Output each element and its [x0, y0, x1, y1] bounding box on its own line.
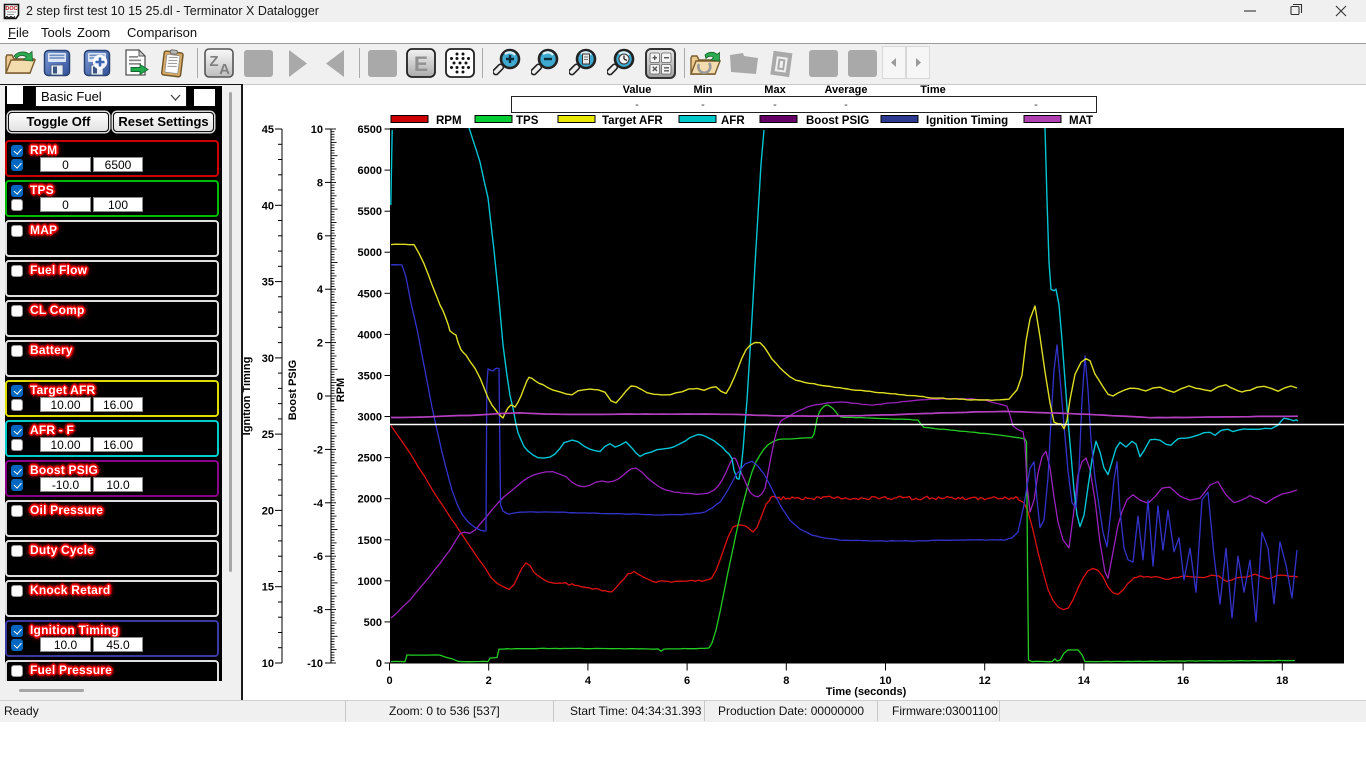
svg-text:2: 2 [317, 338, 323, 350]
svg-text:2000: 2000 [358, 494, 382, 506]
svg-text:Max: Max [764, 85, 786, 96]
svg-text:-2: -2 [313, 444, 323, 456]
svg-text:3000: 3000 [358, 412, 382, 424]
svg-text:35: 35 [262, 277, 274, 289]
svg-text:-: - [773, 99, 777, 111]
svg-text:-: - [635, 99, 639, 111]
svg-text:Min: Min [694, 85, 713, 96]
svg-text:Value: Value [623, 85, 652, 96]
svg-text:Ignition Timing: Ignition Timing [926, 115, 1008, 127]
svg-text:0: 0 [386, 675, 392, 687]
svg-text:8: 8 [317, 177, 323, 189]
svg-text:15: 15 [262, 582, 274, 594]
svg-text:Time (seconds): Time (seconds) [826, 686, 907, 698]
svg-text:6: 6 [684, 675, 690, 687]
svg-text:Boost PSIG: Boost PSIG [287, 360, 299, 421]
svg-text:4: 4 [585, 675, 592, 687]
svg-text:16: 16 [1177, 675, 1189, 687]
svg-text:10: 10 [262, 658, 274, 670]
svg-text:2: 2 [486, 675, 492, 687]
svg-text:5000: 5000 [358, 247, 382, 259]
svg-text:500: 500 [364, 617, 382, 629]
svg-text:Target AFR: Target AFR [602, 115, 663, 127]
svg-text:AFR: AFR [721, 115, 745, 127]
svg-text:E: E [414, 53, 428, 76]
svg-text:5500: 5500 [358, 206, 382, 218]
svg-text:3500: 3500 [358, 371, 382, 383]
svg-text:1500: 1500 [358, 535, 382, 547]
svg-text:30: 30 [262, 353, 274, 365]
svg-text:4500: 4500 [358, 288, 382, 300]
svg-text:6000: 6000 [358, 165, 382, 177]
svg-text:A: A [219, 61, 230, 78]
svg-text:8: 8 [783, 675, 789, 687]
svg-text:4000: 4000 [358, 329, 382, 341]
svg-text:6: 6 [317, 231, 323, 243]
svg-text:12: 12 [979, 675, 991, 687]
svg-text:10: 10 [311, 124, 323, 136]
svg-text:2500: 2500 [358, 453, 382, 465]
svg-text:-: - [701, 99, 705, 111]
svg-text:-4: -4 [313, 498, 324, 510]
svg-text:1000: 1000 [358, 576, 382, 588]
svg-text:-: - [844, 99, 848, 111]
svg-text:-6: -6 [313, 551, 323, 563]
svg-text:18: 18 [1276, 675, 1288, 687]
svg-text:0: 0 [376, 658, 382, 670]
svg-text:-10: -10 [307, 658, 323, 670]
svg-text:14: 14 [1078, 675, 1091, 687]
svg-text:MAT: MAT [1069, 115, 1093, 127]
svg-text:25: 25 [262, 429, 274, 441]
svg-text:40: 40 [262, 200, 274, 212]
svg-text:Z: Z [209, 53, 218, 70]
svg-text:-: - [1034, 99, 1038, 111]
svg-text:20: 20 [262, 505, 274, 517]
svg-text:0: 0 [317, 391, 323, 403]
svg-text:Boost PSIG: Boost PSIG [806, 115, 869, 127]
svg-text:Time: Time [920, 85, 945, 96]
svg-text:-8: -8 [313, 605, 323, 617]
svg-text:6500: 6500 [358, 124, 382, 136]
svg-text:4: 4 [317, 284, 324, 296]
svg-text:RPM: RPM [335, 378, 347, 402]
svg-text:Average: Average [824, 85, 867, 96]
svg-text:Ignition Timing: Ignition Timing [243, 357, 253, 436]
svg-text:45: 45 [262, 124, 274, 136]
svg-text:RPM: RPM [436, 115, 462, 127]
svg-text:DOC: DOC [5, 6, 17, 12]
svg-text:TPS: TPS [516, 115, 539, 127]
